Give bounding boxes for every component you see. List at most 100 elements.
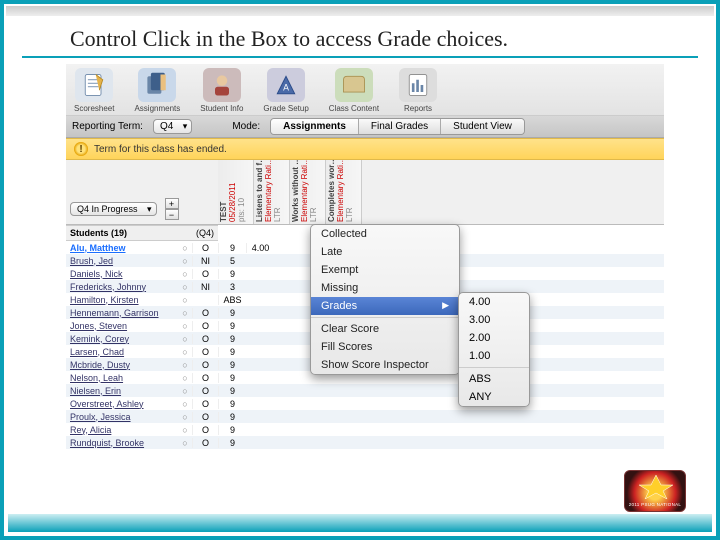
toolbar-gradesetup[interactable]: A Grade Setup	[263, 68, 308, 113]
student-name[interactable]: Hamilton, Kirsten	[66, 295, 178, 305]
comment-icon[interactable]: ○	[178, 282, 192, 292]
grade-option[interactable]: ANY	[459, 388, 529, 406]
final-grade-cell[interactable]: O	[192, 347, 218, 357]
menu-collected[interactable]: Collected	[311, 225, 459, 243]
slide-title: Control Click in the Box to access Grade…	[22, 20, 698, 58]
final-grade-cell[interactable]: O	[192, 360, 218, 370]
mode-finalgrades[interactable]: Final Grades	[359, 119, 441, 134]
final-grade-cell[interactable]: O	[192, 412, 218, 422]
filter-corner: Q4 In Progress + −	[66, 194, 218, 224]
final-grade-cell[interactable]: NI	[192, 256, 218, 266]
comment-icon[interactable]: ○	[178, 399, 192, 409]
comment-icon[interactable]: ○	[178, 243, 192, 253]
final-grade-cell[interactable]: O	[192, 425, 218, 435]
toolbar-scoresheet[interactable]: Scoresheet	[74, 68, 114, 113]
reporting-term-select[interactable]: Q4	[153, 119, 192, 134]
toolbar-assignments[interactable]: Assignments	[134, 68, 180, 113]
score-cell[interactable]: 9	[218, 269, 246, 279]
score-cell[interactable]: 9	[218, 425, 246, 435]
menu-fill-scores[interactable]: Fill Scores	[311, 338, 459, 356]
score-cell[interactable]: 9	[218, 386, 246, 396]
student-name[interactable]: Kemink, Corey	[66, 334, 178, 344]
column-header[interactable]: Completes wor… Elementary Rati… LTR	[326, 160, 362, 224]
mode-label: Mode:	[232, 121, 260, 132]
filter-select[interactable]: Q4 In Progress	[70, 202, 157, 216]
score-cell[interactable]: 9	[218, 243, 246, 253]
comment-icon[interactable]: ○	[178, 321, 192, 331]
menu-late[interactable]: Late	[311, 243, 459, 261]
mode-assignments[interactable]: Assignments	[271, 119, 359, 134]
comment-icon[interactable]: ○	[178, 412, 192, 422]
comment-icon[interactable]: ○	[178, 425, 192, 435]
student-name[interactable]: Larsen, Chad	[66, 347, 178, 357]
comment-icon[interactable]: ○	[178, 308, 192, 318]
comment-icon[interactable]: ○	[178, 269, 192, 279]
toolbar-classcontent[interactable]: Class Content	[329, 68, 379, 113]
score-cell[interactable]: 3	[218, 282, 246, 292]
score-cell[interactable]: 9	[218, 373, 246, 383]
comment-icon[interactable]: ○	[178, 347, 192, 357]
final-grade-cell[interactable]: O	[192, 399, 218, 409]
menu-grades[interactable]: Grades	[311, 297, 459, 315]
final-grade-cell[interactable]: O	[192, 243, 218, 253]
final-grade-cell[interactable]: O	[192, 438, 218, 448]
score-cell[interactable]: 5	[218, 256, 246, 266]
score-cell[interactable]: 4.00	[246, 243, 274, 253]
score-cell[interactable]: 9	[218, 334, 246, 344]
student-name[interactable]: Jones, Steven	[66, 321, 178, 331]
score-cell[interactable]: 9	[218, 347, 246, 357]
toolbar-studentinfo[interactable]: Student Info	[200, 68, 243, 113]
comment-icon[interactable]: ○	[178, 256, 192, 266]
score-cell[interactable]: 9	[218, 438, 246, 448]
column-header[interactable]: Works without … Elementary Rati… LTR	[290, 160, 326, 224]
student-name[interactable]: Nielsen, Erin	[66, 386, 178, 396]
student-name[interactable]: Brush, Jed	[66, 256, 178, 266]
final-grade-cell[interactable]: NI	[192, 282, 218, 292]
student-name[interactable]: Overstreet, Ashley	[66, 399, 178, 409]
score-cell[interactable]: 9	[218, 321, 246, 331]
student-name[interactable]: Rundquist, Brooke	[66, 438, 178, 448]
warning-icon: !	[74, 142, 88, 156]
menu-clear-score[interactable]: Clear Score	[311, 320, 459, 338]
final-grade-cell[interactable]: O	[192, 308, 218, 318]
score-cell[interactable]: 9	[218, 360, 246, 370]
score-cell[interactable]: ABS	[218, 295, 246, 305]
student-name[interactable]: Proulx, Jessica	[66, 412, 178, 422]
add-assignment-button[interactable]: +	[165, 198, 179, 209]
mode-studentview[interactable]: Student View	[441, 119, 524, 134]
grade-option[interactable]: ABS	[459, 370, 529, 388]
student-name[interactable]: Rey, Alicia	[66, 425, 178, 435]
final-grade-cell[interactable]: O	[192, 334, 218, 344]
comment-icon[interactable]: ○	[178, 386, 192, 396]
student-name[interactable]: Hennemann, Garrison	[66, 308, 178, 318]
grade-option[interactable]: 2.00	[459, 329, 529, 347]
student-name[interactable]: Alu, Matthew	[66, 243, 178, 253]
score-cell[interactable]: 9	[218, 412, 246, 422]
score-cell[interactable]: 9	[218, 399, 246, 409]
remove-assignment-button[interactable]: −	[165, 209, 179, 220]
final-grade-cell[interactable]: O	[192, 321, 218, 331]
grade-option[interactable]: 4.00	[459, 293, 529, 311]
student-name[interactable]: Fredericks, Johnny	[66, 282, 178, 292]
final-grade-cell[interactable]: O	[192, 373, 218, 383]
comment-icon[interactable]: ○	[178, 360, 192, 370]
grade-option[interactable]: 1.00	[459, 347, 529, 365]
comment-icon[interactable]: ○	[178, 334, 192, 344]
final-grade-cell[interactable]: O	[192, 386, 218, 396]
student-name[interactable]: Daniels, Nick	[66, 269, 178, 279]
comment-icon[interactable]: ○	[178, 438, 192, 448]
menu-score-inspector[interactable]: Show Score Inspector	[311, 356, 459, 374]
student-name[interactable]: Nelson, Leah	[66, 373, 178, 383]
menu-exempt[interactable]: Exempt	[311, 261, 459, 279]
student-name[interactable]: Mcbride, Dusty	[66, 360, 178, 370]
menu-missing[interactable]: Missing	[311, 279, 459, 297]
toolbar-reports[interactable]: Reports	[399, 68, 437, 113]
column-header[interactable]: Listens to and f… Elementary Rati… LTR	[254, 160, 290, 224]
table-row: Nielsen, Erin○O9	[66, 384, 664, 397]
score-cell[interactable]: 9	[218, 308, 246, 318]
grade-option[interactable]: 3.00	[459, 311, 529, 329]
comment-icon[interactable]: ○	[178, 373, 192, 383]
final-grade-cell[interactable]: O	[192, 269, 218, 279]
comment-icon[interactable]: ○	[178, 295, 192, 305]
column-header[interactable]: TEST 05/28/2011 pts: 10	[218, 160, 254, 224]
